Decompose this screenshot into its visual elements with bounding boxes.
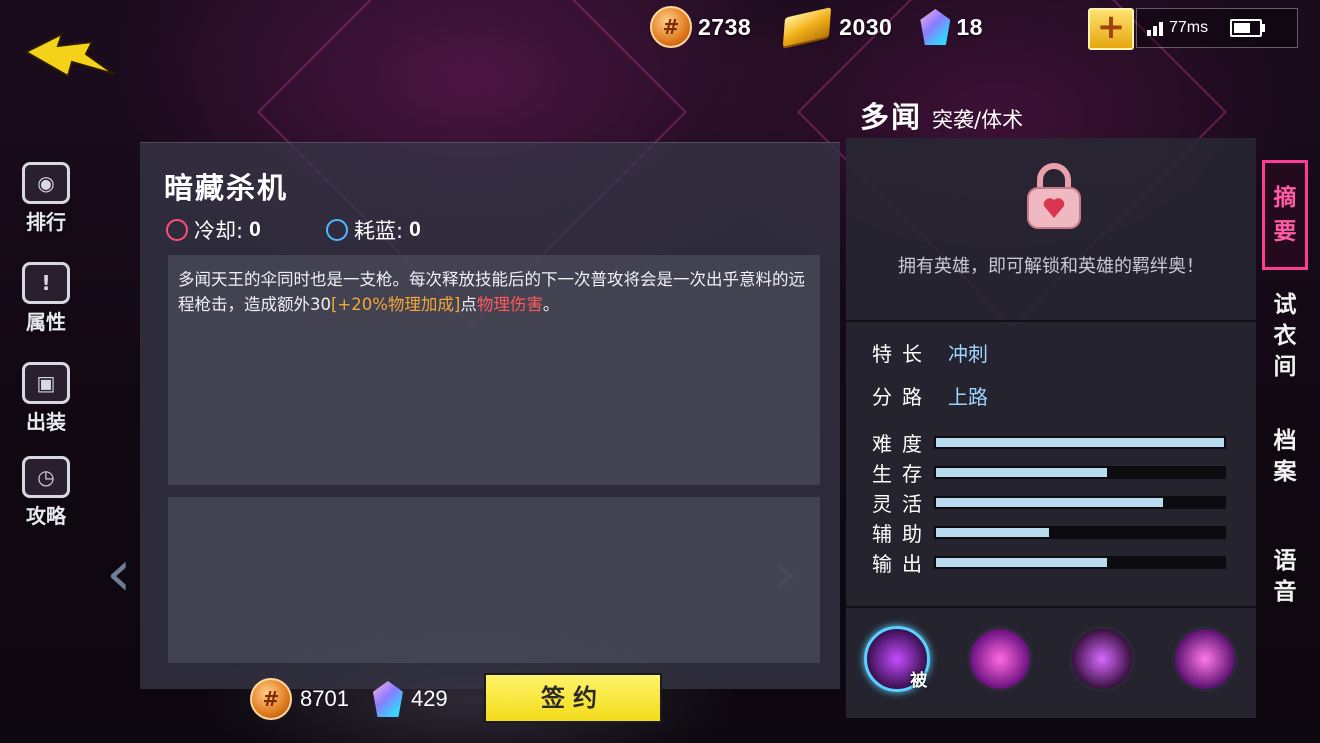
leaderboard-icon: ◉ [22,162,70,204]
tab-voice[interactable]: 语音 [1262,546,1308,608]
currency-bar: # 2738 2030 18 [650,6,1011,48]
cooldown-value: 0 [249,218,261,241]
coin-icon: # [250,678,292,720]
gem-icon [372,681,403,717]
guide-icon: ◷ [22,456,70,498]
tab-label: 试衣间 [1273,292,1297,380]
unlock-message: 拥有英雄，即可解锁和英雄的羁绊奥！ [898,256,1204,277]
stat-row-damage: 输出 [872,548,1226,577]
lane-label: 分路 [872,385,932,409]
gem-value: 18 [956,13,983,40]
tab-label: 摘要 [1273,185,1297,245]
stat-fill [936,438,1224,447]
nav-label: 出装 [26,410,66,434]
tab-summary[interactable]: 摘要 [1262,160,1308,270]
purchase-bar: # 8701 429 [250,676,472,722]
stat-label: 灵活 [872,492,932,516]
skill-2-icon[interactable] [1069,626,1136,692]
stat-track [934,556,1226,569]
hero-role: 突袭/体术 [932,108,1024,132]
stat-label: 难度 [872,432,932,456]
specialty-value: 冲刺 [948,342,988,366]
tab-label: 档案 [1273,428,1297,485]
coin-icon: # [650,6,692,48]
gem-icon [920,9,951,45]
hero-info-panel: 拥有英雄，即可解锁和英雄的羁绊奥！ 特长 冲刺 分路 上路 难度 生存 灵活 辅… [846,138,1256,718]
tab-label: 语音 [1273,548,1297,605]
prev-chevron-icon[interactable]: ‹ [106,542,132,606]
lane-row: 分路 上路 [872,381,988,410]
equipment-icon: ▣ [22,362,70,404]
cooldown-icon [166,219,188,241]
signal-icon [1147,20,1165,36]
desc-text: 点 [460,295,477,314]
skill-title: 暗藏杀机 [164,171,289,205]
skill-description: 多闻天王的伞同时也是一支枪。每次释放技能后的下一次普攻将会是一次出乎意料的远程枪… [168,255,820,485]
add-currency-button[interactable]: + [1088,8,1134,50]
desc-damage: 物理伤害 [476,295,543,314]
tab-wardrobe[interactable]: 试衣间 [1262,290,1308,383]
stat-row-support: 辅助 [872,518,1226,547]
stat-row-difficulty: 难度 [872,428,1226,457]
skill-extra-panel [168,497,820,663]
ping-value: 77ms [1169,19,1209,36]
nav-leaderboard[interactable]: ◉ 排行 [18,162,74,235]
mana-value: 0 [409,218,421,241]
attributes-icon: ! [22,262,70,304]
specialty-row: 特长 冲刺 [872,338,988,367]
cooldown-stat: 冷却: 0 [166,215,261,245]
stat-track [934,496,1226,509]
coin-counter: # 2738 [650,6,751,48]
gem-counter: 18 [920,9,983,45]
nav-label: 攻略 [26,504,66,528]
stat-track [934,526,1226,539]
stat-fill [936,528,1049,537]
tab-archive[interactable]: 档案 [1262,426,1308,488]
lane-value: 上路 [948,385,988,409]
price-coins: 8701 [300,686,349,711]
stat-track [934,436,1226,449]
back-arrow-icon[interactable] [22,30,118,86]
mana-stat: 耗蓝: 0 [326,215,421,245]
specialty-label: 特长 [872,342,932,366]
bond-lock-icon [1027,163,1081,229]
skill-passive-icon[interactable]: 被 [864,626,931,692]
hero-name: 多闻 [860,100,923,134]
mana-label: 耗蓝: [354,219,404,243]
passive-tag: 被 [910,671,928,691]
gold-value: 2030 [839,13,893,40]
gold-counter: 2030 [782,7,893,47]
battery-icon [1230,19,1266,37]
stat-fill [936,498,1163,507]
hero-header: 多闻 突袭/体术 [860,94,1023,136]
stat-label: 生存 [872,462,932,486]
coin-value: 2738 [698,13,752,40]
stat-fill [936,468,1108,477]
skill-3-icon[interactable] [1171,626,1238,692]
nav-equipment[interactable]: ▣ 出装 [18,362,74,435]
divider [846,320,1256,322]
price-gems: 429 [410,686,448,711]
mana-icon [326,219,348,241]
skill-icons: 被 [846,626,1256,692]
nav-label: 属性 [26,310,66,334]
nav-label: 排行 [26,210,66,234]
nav-attributes[interactable]: ! 属性 [18,262,74,335]
stat-label: 辅助 [872,522,932,546]
skill-panel: 暗藏杀机 冷却: 0 耗蓝: 0 多闻天王的伞同时也是一支枪。每次释放技能后的下… [140,142,840,689]
cooldown-label: 冷却: [194,219,244,243]
desc-bonus: [+20%物理加成] [331,295,461,314]
desc-text: 。 [542,295,560,314]
gold-bar-icon [782,7,832,47]
stat-fill [936,558,1108,567]
stat-label: 输出 [872,552,932,576]
nav-guide[interactable]: ◷ 攻略 [18,456,74,529]
stat-row-survival: 生存 [872,458,1226,487]
stat-track [934,466,1226,479]
sign-button[interactable]: 签约 [484,673,662,723]
divider [846,606,1256,608]
stat-row-agility: 灵活 [872,488,1226,517]
skill-1-icon[interactable] [966,626,1033,692]
network-status: 77ms [1136,8,1298,48]
